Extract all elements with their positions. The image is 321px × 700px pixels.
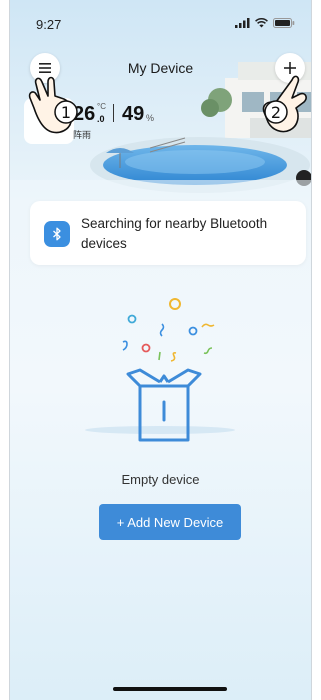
weather-divider xyxy=(113,104,114,122)
status-bar: 9:27 xyxy=(10,0,311,40)
callout-number-2: 2 xyxy=(271,103,281,122)
empty-box-illustration xyxy=(85,298,235,442)
phone-screen: 9:27 My Device 26 °C .0 49 % 阵雨 Searchin… xyxy=(10,0,311,700)
humidity-unit: % xyxy=(146,113,155,123)
add-new-device-button[interactable]: + Add New Device xyxy=(99,504,241,540)
bluetooth-search-text: Searching for nearby Bluetooth devices xyxy=(81,216,268,251)
tutorial-hand-callout-1: 1 xyxy=(28,76,78,134)
battery-icon xyxy=(273,18,295,28)
temperature-decimal: .0 xyxy=(97,114,105,124)
confetti-dot xyxy=(141,343,151,353)
screen-edge-right xyxy=(311,0,312,700)
signal-icon xyxy=(235,18,250,28)
callout-number-1: 1 xyxy=(61,103,71,122)
tutorial-hand-callout-2: 2 xyxy=(262,75,307,133)
humidity-value: 49 xyxy=(122,103,145,125)
status-time: 9:27 xyxy=(36,17,62,32)
confetti-dot xyxy=(127,314,137,324)
empty-state-label: Empty device xyxy=(121,472,200,487)
temperature-unit: °C xyxy=(97,102,106,111)
bluetooth-search-banner[interactable]: Searching for nearby Bluetooth devices xyxy=(30,201,306,265)
home-indicator[interactable] xyxy=(113,687,227,691)
confetti-dot xyxy=(169,298,181,310)
bluetooth-icon xyxy=(44,221,70,247)
confetti-dot xyxy=(188,326,198,336)
status-icons xyxy=(235,18,295,28)
wifi-icon xyxy=(255,18,268,28)
